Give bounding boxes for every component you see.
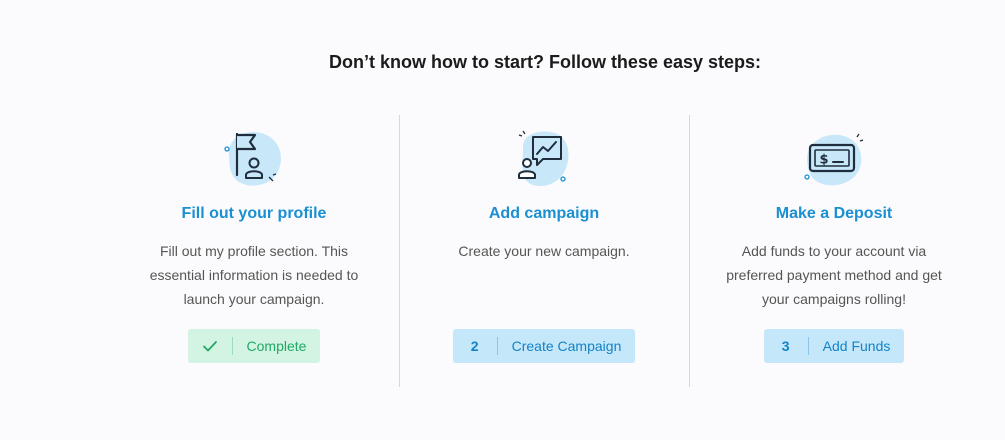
complete-button-label: Complete bbox=[246, 338, 307, 354]
page-heading: Don’t know how to start? Follow these ea… bbox=[328, 52, 762, 72]
step-deposit: $ Make a Deposit Add funds to your accou… bbox=[709, 125, 959, 363]
svg-text:$: $ bbox=[819, 153, 828, 168]
dollar-card-icon: $ bbox=[799, 125, 869, 195]
create-campaign-label: Create Campaign bbox=[511, 338, 622, 354]
step-description: Add funds to your account via preferred … bbox=[726, 243, 942, 307]
flag-profile-icon bbox=[219, 125, 289, 195]
checkmark-icon bbox=[202, 338, 218, 354]
step-number: 3 bbox=[781, 338, 790, 354]
column-divider bbox=[399, 115, 400, 387]
step-title: Add campaign bbox=[488, 205, 600, 222]
step-description: Create your new campaign. bbox=[458, 243, 630, 259]
step-title: Fill out your profile bbox=[181, 205, 327, 222]
button-separator bbox=[496, 337, 498, 355]
campaign-chart-icon bbox=[509, 125, 579, 195]
button-separator bbox=[231, 337, 233, 355]
column-divider bbox=[689, 115, 690, 387]
button-separator bbox=[807, 337, 809, 355]
step-description: Fill out my profile section. This essent… bbox=[149, 243, 359, 307]
complete-button[interactable]: Complete bbox=[187, 329, 321, 363]
step-profile: Fill out your profile Fill out my profil… bbox=[129, 125, 379, 363]
step-number: 2 bbox=[470, 338, 479, 354]
step-title: Make a Deposit bbox=[775, 205, 893, 222]
step-campaign: Add campaign Create your new campaign. 2… bbox=[419, 125, 669, 363]
add-funds-button[interactable]: 3 Add Funds bbox=[763, 329, 905, 363]
add-funds-label: Add Funds bbox=[822, 338, 891, 354]
create-campaign-button[interactable]: 2 Create Campaign bbox=[452, 329, 636, 363]
